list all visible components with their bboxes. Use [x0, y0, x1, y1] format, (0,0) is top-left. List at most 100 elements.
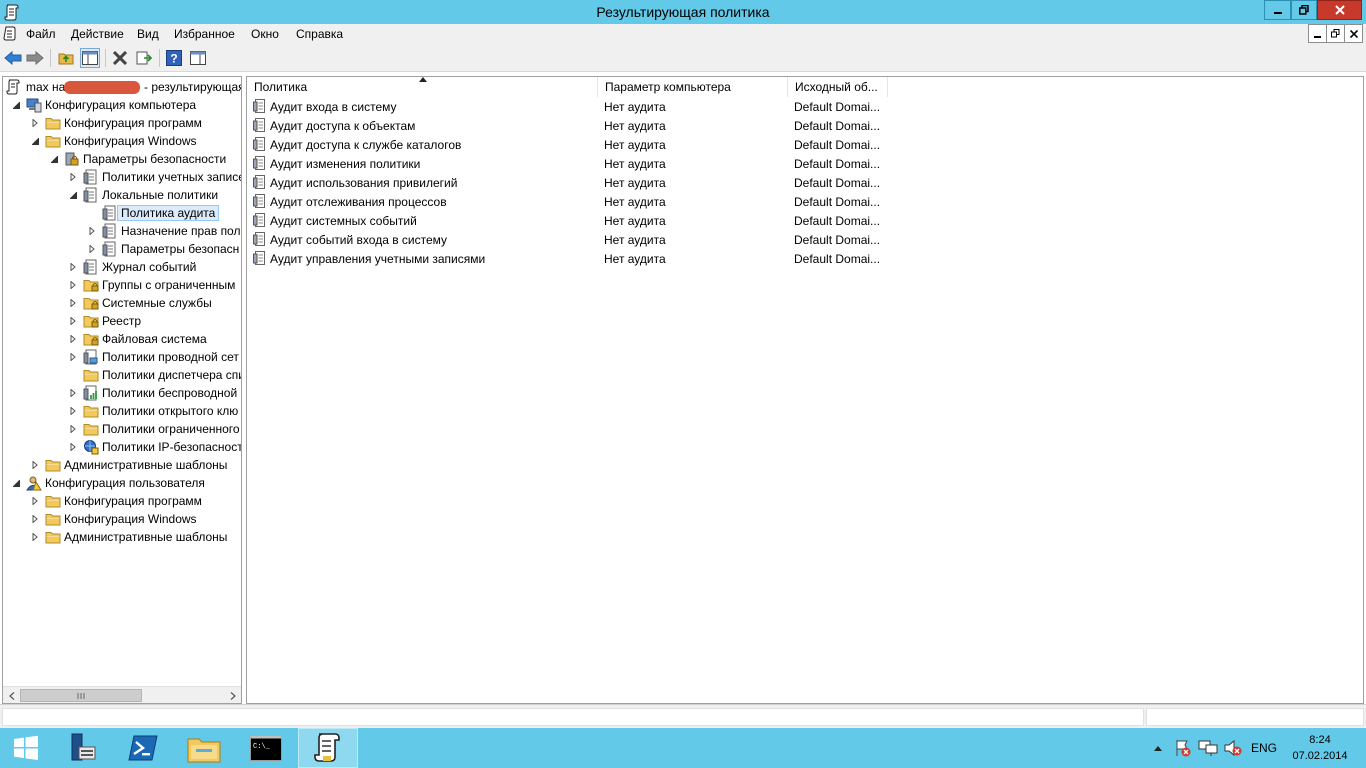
- expand-arrow-icon[interactable]: [69, 263, 77, 271]
- menu-favorites[interactable]: Избранное: [174, 27, 235, 41]
- tree-item[interactable]: Группы с ограниченным: [3, 276, 241, 294]
- expand-arrow-icon[interactable]: [69, 407, 77, 415]
- expand-arrow-icon[interactable]: [69, 299, 77, 307]
- tray-language[interactable]: ENG: [1248, 728, 1280, 768]
- tree-root[interactable]: max на - результирующая: [3, 78, 241, 96]
- tree-item[interactable]: Конфигурация Windows: [3, 510, 241, 528]
- tree-item[interactable]: Политики учетных записе: [3, 168, 241, 186]
- taskbar-rsop-active[interactable]: [298, 728, 358, 768]
- tree-item[interactable]: Параметры безопасности: [3, 150, 241, 168]
- tree-item[interactable]: Реестр: [3, 312, 241, 330]
- mdi-close-button[interactable]: [1344, 24, 1363, 43]
- console-tree[interactable]: max на - результирующая Конфигурация ком…: [2, 76, 242, 704]
- menu-file[interactable]: Файл: [26, 27, 56, 41]
- result-list[interactable]: Политика Параметр компьютера Исходный об…: [246, 76, 1364, 704]
- taskbar-powershell[interactable]: [113, 728, 173, 768]
- expand-arrow-icon[interactable]: [69, 281, 77, 289]
- table-row[interactable]: Аудит управления учетными записями Нет ау…: [247, 249, 947, 268]
- menu-window[interactable]: Окно: [251, 27, 279, 41]
- scroll-right-button[interactable]: [225, 688, 240, 703]
- expand-arrow-icon[interactable]: [31, 119, 39, 127]
- scroll-thumb[interactable]: [20, 689, 142, 702]
- tree-item[interactable]: Политики диспетчера спи: [3, 366, 241, 384]
- tree-item[interactable]: Конфигурация программ: [3, 492, 241, 510]
- collapse-arrow-icon[interactable]: [31, 137, 39, 145]
- taskbar-server-manager[interactable]: [52, 728, 112, 768]
- tree-item[interactable]: Политики проводной сет: [3, 348, 241, 366]
- column-header-source-gpo[interactable]: Исходный об...: [788, 77, 888, 97]
- collapse-arrow-icon[interactable]: [69, 191, 77, 199]
- expand-arrow-icon[interactable]: [31, 533, 39, 541]
- taskbar-explorer[interactable]: [174, 728, 234, 768]
- table-row[interactable]: Аудит изменения политики Нет аудита Defaul…: [247, 154, 947, 173]
- tray-clock[interactable]: 8:24 07.02.2014: [1288, 732, 1352, 764]
- tree-item[interactable]: Политики беспроводной: [3, 384, 241, 402]
- table-row[interactable]: Аудит отслеживания процессов Нет аудита De…: [247, 192, 947, 211]
- expand-arrow-icon[interactable]: [69, 443, 77, 451]
- expand-arrow-icon[interactable]: [69, 353, 77, 361]
- table-row[interactable]: Аудит использования привилегий Нет аудита…: [247, 173, 947, 192]
- taskbar-command-prompt[interactable]: C:\_: [236, 728, 296, 768]
- show-hide-tree-button[interactable]: [80, 48, 100, 68]
- expand-arrow-icon[interactable]: [88, 227, 96, 235]
- expand-arrow-icon[interactable]: [69, 173, 77, 181]
- tray-action-center[interactable]: [1172, 728, 1194, 768]
- menu-help[interactable]: Справка: [296, 27, 343, 41]
- expand-arrow-icon[interactable]: [31, 497, 39, 505]
- expand-arrow-icon[interactable]: [31, 461, 39, 469]
- tray-show-hidden-button[interactable]: [1150, 728, 1166, 768]
- tree-item[interactable]: Конфигурация Windows: [3, 132, 241, 150]
- forward-button[interactable]: [25, 48, 45, 68]
- expand-arrow-icon[interactable]: [69, 425, 77, 433]
- tree-item[interactable]: Административные шаблоны: [3, 456, 241, 474]
- tree-item[interactable]: Системные службы: [3, 294, 241, 312]
- export-list-button[interactable]: [134, 48, 154, 68]
- start-button[interactable]: [0, 728, 52, 768]
- table-row[interactable]: Аудит событий входа в систему Нет аудита D…: [247, 230, 947, 249]
- tree-item[interactable]: Локальные политики: [3, 186, 241, 204]
- table-row[interactable]: Аудит входа в систему Нет аудита Default D…: [247, 97, 947, 116]
- table-row[interactable]: Аудит доступа к службе каталогов Нет ауди…: [247, 135, 947, 154]
- expand-arrow-icon[interactable]: [88, 245, 96, 253]
- maximize-button[interactable]: [1291, 0, 1317, 20]
- tree-horizontal-scrollbar[interactable]: [3, 686, 241, 703]
- expand-arrow-icon[interactable]: [69, 389, 77, 397]
- mdi-restore-button[interactable]: [1326, 24, 1345, 43]
- help-button[interactable]: ?: [164, 48, 184, 68]
- tree-item[interactable]: Административные шаблоны: [3, 528, 241, 546]
- tree-item[interactable]: Политики ограниченного: [3, 420, 241, 438]
- minimize-button[interactable]: [1264, 0, 1291, 20]
- back-button[interactable]: [3, 48, 23, 68]
- collapse-arrow-icon[interactable]: [12, 101, 20, 109]
- tree-item[interactable]: Параметры безопасн: [3, 240, 241, 258]
- tree-item[interactable]: Конфигурация компьютера: [3, 96, 241, 114]
- column-header-policy[interactable]: Политика: [247, 77, 598, 97]
- tree-item[interactable]: Политики открытого клю: [3, 402, 241, 420]
- table-row[interactable]: Аудит доступа к объектам Нет аудита Defaul…: [247, 116, 947, 135]
- tree-item[interactable]: Политика аудита: [3, 204, 241, 222]
- up-level-button[interactable]: [56, 48, 76, 68]
- action-pane-button[interactable]: [188, 48, 208, 68]
- tree-item[interactable]: Конфигурация программ: [3, 114, 241, 132]
- expand-arrow-icon[interactable]: [31, 515, 39, 523]
- tree-item[interactable]: Назначение прав пол: [3, 222, 241, 240]
- tree-item[interactable]: Журнал событий: [3, 258, 241, 276]
- column-header-computer-setting[interactable]: Параметр компьютера: [598, 77, 788, 97]
- tree-item[interactable]: Политики IP-безопасност: [3, 438, 241, 456]
- delete-button[interactable]: [110, 48, 130, 68]
- tray-volume[interactable]: [1222, 728, 1244, 768]
- tree-item[interactable]: Конфигурация пользователя: [3, 474, 241, 492]
- menu-action[interactable]: Действие: [71, 27, 124, 41]
- tray-network[interactable]: [1196, 728, 1220, 768]
- tree-item[interactable]: Файловая система: [3, 330, 241, 348]
- collapse-arrow-icon[interactable]: [12, 479, 20, 487]
- expand-arrow-icon[interactable]: [69, 335, 77, 343]
- collapse-arrow-icon[interactable]: [50, 155, 58, 163]
- table-row[interactable]: Аудит системных событий Нет аудита Default…: [247, 211, 947, 230]
- mdi-window-icon[interactable]: [3, 26, 17, 42]
- expand-arrow-icon[interactable]: [69, 317, 77, 325]
- mdi-minimize-button[interactable]: [1308, 24, 1327, 43]
- close-button[interactable]: [1317, 0, 1362, 20]
- scroll-left-button[interactable]: [4, 688, 19, 703]
- menu-view[interactable]: Вид: [137, 27, 159, 41]
